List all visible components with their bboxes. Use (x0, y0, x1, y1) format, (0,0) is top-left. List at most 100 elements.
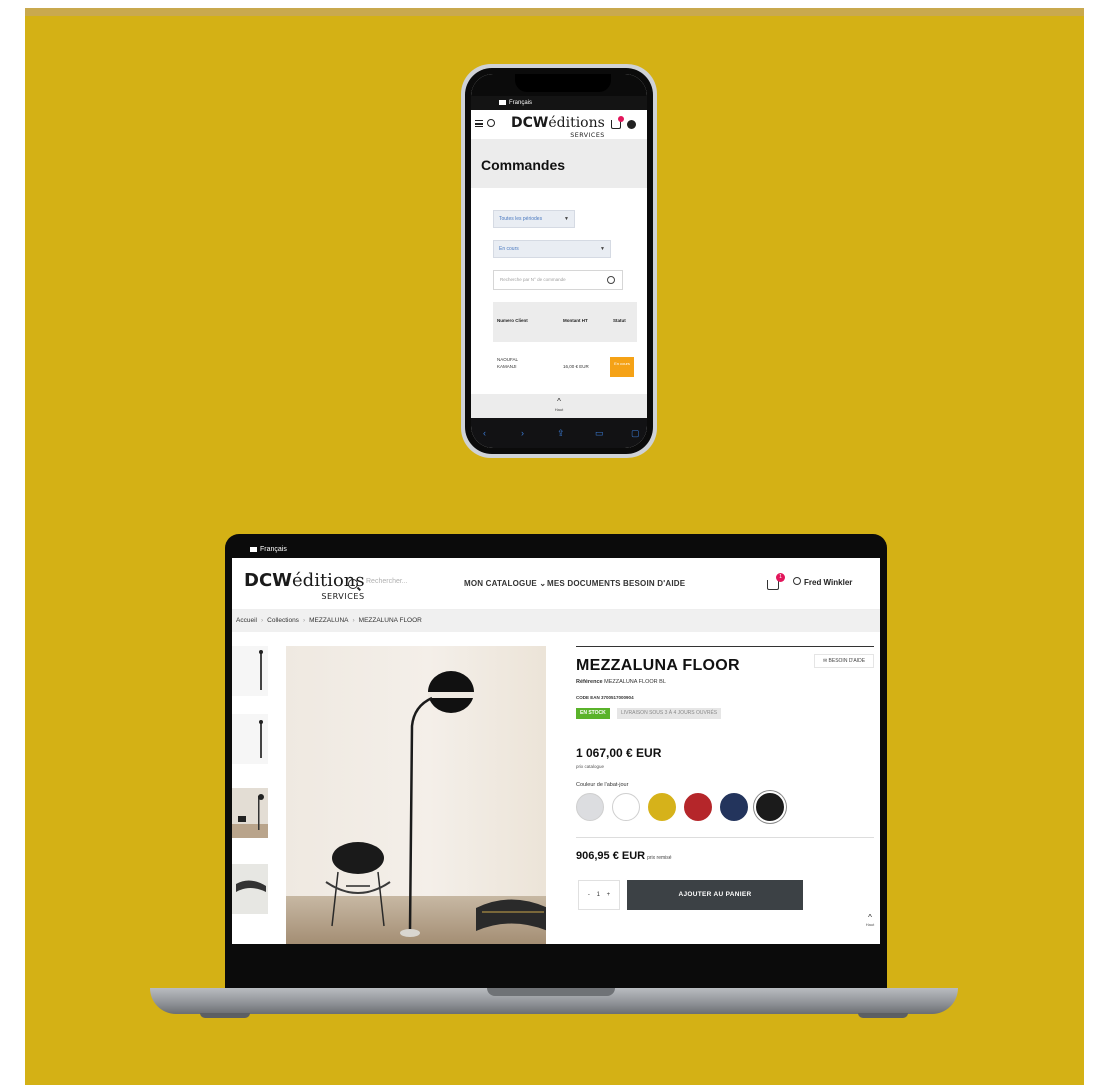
color-swatch[interactable] (576, 793, 604, 821)
chevron-down-icon: ▼ (600, 246, 605, 252)
product-header-rule (576, 646, 874, 647)
color-option-label: Couleur de l'abat-jour (576, 782, 629, 788)
logo-main: DCW (244, 570, 293, 591)
chevron-down-icon: ⌄ (539, 579, 547, 588)
back-to-top-label: Haut (554, 407, 564, 412)
mail-icon: ✉ (822, 658, 828, 664)
nav-help[interactable]: BESOIN D'AIDE (623, 579, 685, 588)
back-icon[interactable]: ‹ (483, 428, 486, 438)
color-swatch[interactable] (684, 793, 712, 821)
laptop-screen: DCWéditions SERVICES Rechercher... MON C… (232, 558, 880, 944)
laptop-foot (200, 1013, 250, 1018)
logo-main: DCW (511, 115, 549, 131)
logo[interactable]: DCWéditions SERVICES (244, 572, 365, 605)
nav-catalogue-label: MON CATALOGUE (464, 579, 537, 588)
add-to-cart-button[interactable]: AJOUTER AU PANIER (627, 880, 803, 910)
product-thumbnail[interactable] (232, 788, 268, 838)
product-thumbnail[interactable] (232, 714, 268, 764)
quantity-stepper[interactable]: - 1 + (578, 880, 620, 910)
page-title-bar: Commandes (471, 140, 647, 188)
color-swatch[interactable] (648, 793, 676, 821)
thumbnail-gallery (232, 646, 270, 944)
room-thumbnail-image (232, 794, 268, 838)
user-icon[interactable] (627, 120, 636, 129)
catalogue-price-label: prix catalogue (576, 764, 605, 769)
ean-value: 3700517000904 (601, 695, 634, 700)
breadcrumb-separator: › (352, 617, 355, 624)
order-search-placeholder: Recherche par N° de commande (500, 277, 566, 282)
user-name[interactable]: Fred Winkler (804, 578, 852, 587)
user-icon[interactable] (793, 577, 801, 585)
quantity-decrement[interactable]: - (588, 892, 590, 898)
flag-icon (499, 99, 506, 105)
breadcrumb-home[interactable]: Accueil (236, 617, 257, 624)
laptop-opening-notch (487, 988, 615, 996)
search-icon[interactable] (607, 276, 615, 284)
product-thumbnail[interactable] (232, 864, 268, 914)
phone-header: DCWéditions SERVICES (471, 110, 647, 140)
color-swatch[interactable] (756, 793, 784, 821)
phone-bezel: Français DCWéditions SERVICES Commandes … (465, 68, 653, 454)
help-button[interactable]: ✉ BESOIN D'AIDE (814, 654, 874, 668)
search-icon[interactable] (487, 119, 495, 127)
column-header-client: Numero Client (497, 318, 528, 323)
nav-catalogue[interactable]: MON CATALOGUE ⌄ (464, 579, 546, 588)
tabs-icon[interactable]: ▢ (631, 428, 640, 439)
column-header-amount: Montant HT (563, 318, 588, 323)
period-select-value: Toutes les périodes (499, 216, 543, 222)
reference-value: MEZZALUNA FLOOR BL (604, 679, 666, 685)
language-label: Français (260, 546, 287, 553)
divider (576, 837, 874, 838)
back-to-top-label: Haut (865, 922, 875, 927)
quantity-increment[interactable]: + (607, 892, 611, 898)
nav-documents[interactable]: MES DOCUMENTS (547, 579, 621, 588)
browser-toolbar: ‹ › ⇪ ▭ ▢ (471, 418, 647, 448)
reference-label: Référence (576, 679, 603, 685)
flag-icon (250, 546, 257, 552)
ean-label: CODE EAN (576, 695, 600, 700)
order-amount: 16,00 € EUR (563, 364, 589, 369)
breadcrumb-current: MEZZALUNA FLOOR (358, 617, 422, 624)
phone-device: Français DCWéditions SERVICES Commandes … (461, 64, 657, 458)
bookmarks-icon[interactable]: ▭ (595, 428, 604, 439)
phone-notch (515, 74, 611, 92)
top-border (25, 8, 1084, 16)
forward-icon[interactable]: › (521, 428, 524, 438)
lamp-thumbnail-image (259, 650, 263, 690)
status-select[interactable]: En cours ▼ (493, 240, 611, 258)
color-swatch[interactable] (612, 793, 640, 821)
laptop-bezel-bottom (232, 944, 880, 988)
chevron-up-icon: ^ (868, 913, 872, 922)
color-swatch[interactable] (720, 793, 748, 821)
lamp-thumbnail-image (259, 720, 263, 758)
language-selector[interactable]: Français (471, 96, 647, 110)
product-thumbnail[interactable] (232, 646, 268, 696)
period-select[interactable]: Toutes les périodes ▼ (493, 210, 575, 228)
share-icon[interactable]: ⇪ (557, 428, 565, 439)
menu-icon[interactable] (475, 120, 483, 127)
language-label: Français (509, 100, 533, 106)
status-select-value: En cours (499, 246, 519, 252)
search-icon[interactable] (348, 579, 358, 589)
net-price-value: 906,95 € EUR (576, 850, 646, 862)
chevron-up-icon: ^ (557, 397, 561, 406)
delivery-badge: LIVRAISON SOUS 3 À 4 JOURS OUVRÉS (617, 708, 722, 719)
breadcrumb-collection[interactable]: MEZZALUNA (309, 617, 348, 624)
language-selector[interactable]: Français (232, 542, 880, 558)
phone-status-bar (471, 74, 647, 96)
quantity-value[interactable]: 1 (597, 892, 600, 898)
breadcrumb: Accueil › Collections › MEZZALUNA › MEZZALUNA … (232, 610, 880, 632)
back-to-top-button[interactable]: ^ Haut (860, 913, 880, 935)
catalogue-price: 1 067,00 € EUR (576, 746, 662, 760)
product-main-image[interactable] (286, 646, 546, 944)
back-to-top-button[interactable]: ^ Haut (471, 394, 647, 418)
cart-icon[interactable] (767, 580, 779, 590)
status-badge: En cours (610, 357, 634, 377)
order-search-input[interactable]: Recherche par N° de commande (493, 270, 623, 290)
breadcrumb-collections[interactable]: Collections (267, 617, 299, 624)
product-title: MEZZALUNA FLOOR (576, 657, 740, 674)
search-input[interactable]: Rechercher... (366, 578, 408, 585)
product-ean: CODE EAN 3700517000904 (576, 695, 634, 700)
help-button-label: BESOIN D'AIDE (828, 658, 866, 664)
lamp-scene-illustration (325, 671, 546, 937)
